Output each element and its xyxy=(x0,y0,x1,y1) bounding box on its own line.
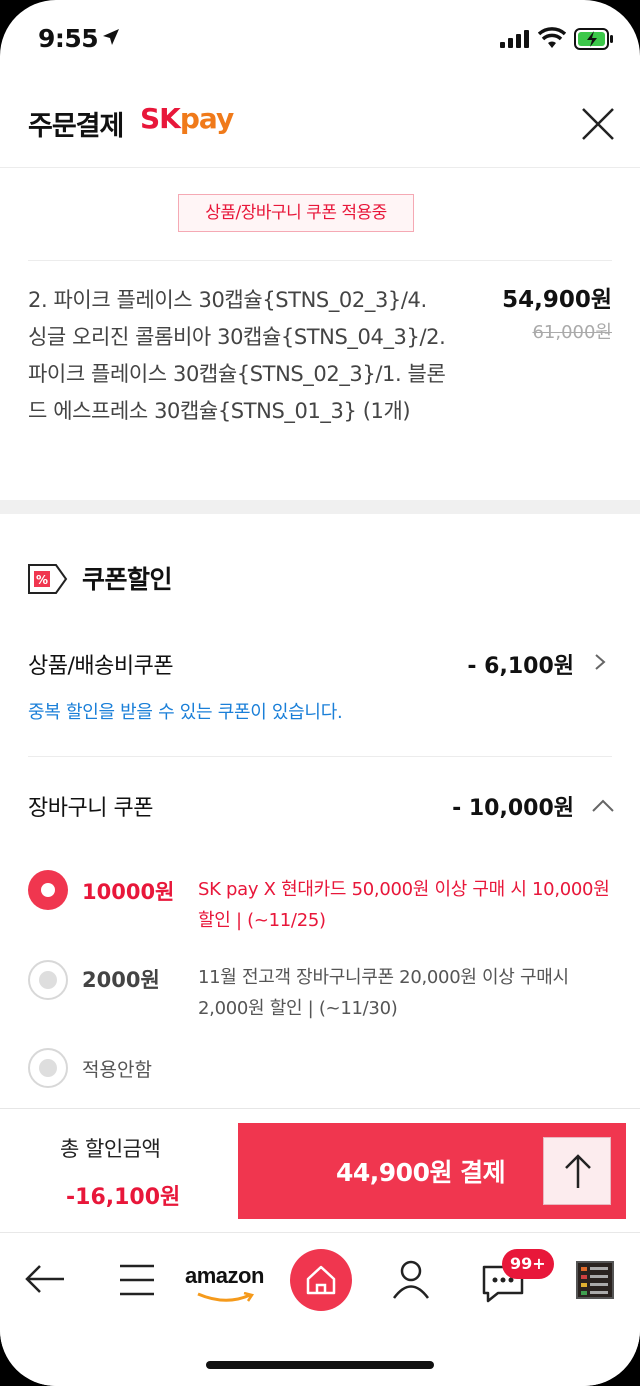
chevron-right-icon[interactable] xyxy=(592,654,608,670)
coupon-option-radio-none[interactable] xyxy=(28,1048,68,1088)
divider xyxy=(28,260,612,261)
order-content[interactable]: 상품/장바구니 쿠폰 적용중 2. 파이크 플레이스 30캡슐{STNS_02_… xyxy=(0,168,640,1108)
payment-bar: 총 할인금액 -16,100원 44,900원 결제 xyxy=(0,1108,640,1232)
cellular-signal-icon xyxy=(500,30,532,52)
arrow-up-icon xyxy=(565,1154,591,1188)
product-coupon-label[interactable]: 상품/배송비쿠폰 xyxy=(28,648,174,680)
menu-icon[interactable] xyxy=(118,1263,156,1301)
home-icon xyxy=(306,1265,336,1295)
coupon-percent-icon: % xyxy=(28,564,68,598)
product-coupon-value: - 6,100원 xyxy=(467,654,574,679)
tabs-thumbnail-icon[interactable] xyxy=(576,1261,614,1303)
notification-badge: 99+ xyxy=(502,1249,554,1279)
coupon-option-amount: 2000원 xyxy=(82,968,160,992)
close-button[interactable] xyxy=(578,104,618,144)
scroll-to-top-button[interactable] xyxy=(543,1137,611,1205)
total-discount-label: 총 할인금액 xyxy=(60,1137,161,1161)
location-arrow-icon xyxy=(102,28,120,50)
cart-coupon-value: - 10,000원 xyxy=(452,796,574,821)
section-separator xyxy=(0,500,640,514)
home-button[interactable] xyxy=(290,1249,352,1311)
user-icon[interactable] xyxy=(392,1259,430,1303)
sk-pay-logo: SKpay xyxy=(140,102,234,135)
coupon-option-none-label: 적용안함 xyxy=(82,1059,152,1081)
pay-button[interactable]: 44,900원 결제 xyxy=(238,1123,626,1219)
coupon-option-description: SK pay X 현대카드 50,000원 이상 구매 시 10,000원 할인… xyxy=(198,879,610,931)
status-bar: 9:55 xyxy=(0,0,640,80)
coupon-option-radio-1[interactable] xyxy=(28,870,68,910)
back-arrow-icon[interactable] xyxy=(24,1263,66,1299)
total-discount-value: -16,100원 xyxy=(66,1185,181,1210)
divider xyxy=(28,756,612,757)
close-icon xyxy=(582,108,614,140)
page-title: 주문결제 xyxy=(28,111,124,142)
coupon-option-description: 11월 전고객 장바구니쿠폰 20,000원 이상 구매시 2,000원 할인 … xyxy=(198,967,569,1019)
bottom-navigation: amazon 99+ xyxy=(0,1232,640,1386)
coupon-option-radio-2[interactable] xyxy=(28,960,68,1000)
coupon-applied-badge: 상품/장바구니 쿠폰 적용중 xyxy=(178,194,414,232)
product-price: 54,900원 xyxy=(502,287,612,313)
home-indicator xyxy=(206,1361,434,1369)
amazon-shortcut[interactable]: amazon xyxy=(185,1263,264,1289)
battery-charging-icon xyxy=(574,28,614,54)
cart-coupon-label[interactable]: 장바구니 쿠폰 xyxy=(28,790,153,822)
screen: 9:55 주문결제 SKpay 상품/장바구니 쿠폰 적용중 2. 파이크 플레… xyxy=(0,0,640,1386)
wifi-icon xyxy=(537,27,567,53)
status-time: 9:55 xyxy=(38,24,99,53)
page-header: 주문결제 SKpay xyxy=(0,80,640,168)
coupon-option-amount: 10000원 xyxy=(82,880,175,904)
product-original-price: 61,000원 xyxy=(532,322,612,343)
coupon-section-title: 쿠폰할인 xyxy=(82,565,173,594)
duplicate-coupon-link[interactable]: 중복 할인을 받을 수 있는 쿠폰이 있습니다. xyxy=(28,698,343,724)
svg-text:%: % xyxy=(36,573,48,587)
pay-button-label: 44,900원 결제 xyxy=(336,1158,506,1187)
amazon-smile-icon xyxy=(196,1289,256,1308)
chevron-up-icon[interactable] xyxy=(592,798,614,814)
product-name: 2. 파이크 플레이스 30캡슐{STNS_02_3}/4. 싱글 오리진 콜롬… xyxy=(28,288,446,423)
